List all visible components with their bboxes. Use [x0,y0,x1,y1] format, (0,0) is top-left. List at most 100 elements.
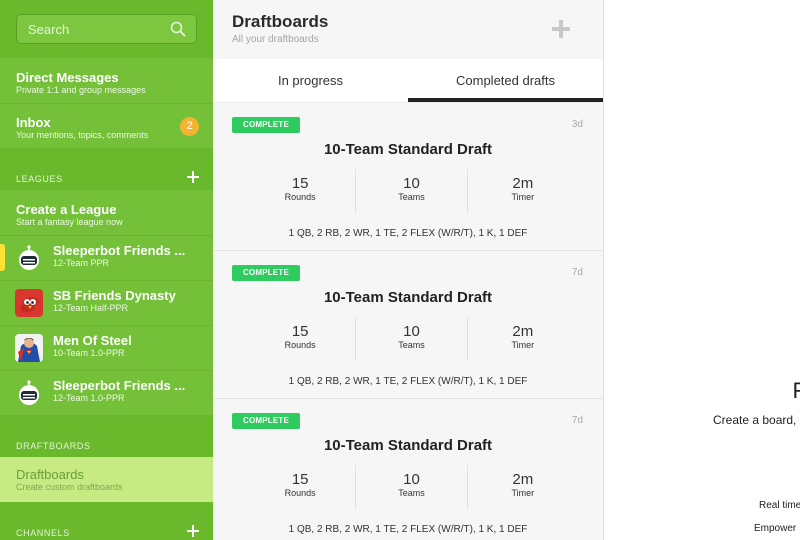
draft-title: 10-Team Standard Draft [323,141,493,158]
stat-timer: 2m Timer [468,317,578,361]
draft-card[interactable]: COMPLETE 7d 10-Team Standard Draft 15 Ro… [213,251,603,399]
leagues-header-label: LEAGUES [16,174,63,184]
sidebar: Direct Messages Private 1:1 and group me… [0,0,213,540]
direct-messages-subtitle: Private 1:1 and group messages [16,85,146,95]
draft-age: 7d [571,415,583,426]
add-channel-plus-icon[interactable] [187,525,199,537]
stat-label: Timer [511,192,535,202]
tab-completed-drafts[interactable]: Completed drafts [408,59,603,102]
sidebar-item-create-league[interactable]: Create a League Start a fantasy league n… [0,190,213,235]
stat-timer: 2m Timer [468,169,578,213]
stat-rounds: 15 Rounds [245,317,357,361]
draft-card[interactable]: COMPLETE 7d 10-Team Standard Draft 15 Ro… [213,399,603,540]
sidebar-item-league-sb-friends-dynasty[interactable]: SB Friends Dynasty 12-Team Half-PPR [0,280,213,325]
search-box[interactable] [16,14,197,44]
create-league-title: Create a League [16,202,117,217]
robot-avatar-icon [15,379,43,407]
stat-label: Teams [398,192,425,202]
channels-section-header: CHANNELS [0,502,213,540]
stat-label: Rounds [284,192,316,202]
stat-value: 10 [403,323,420,340]
channels-header-label: CHANNELS [16,528,70,538]
stat-value: 15 [291,323,309,340]
stat-value: 10 [403,175,420,192]
add-league-plus-icon[interactable] [187,171,199,183]
red-bird-avatar-icon [15,289,43,317]
stat-label: Teams [398,340,425,350]
league-name: Sleeperbot Friends ... [53,378,186,393]
stat-value: 15 [291,471,309,488]
stat-teams: 10 Teams [356,169,468,213]
feature-realtime-text: Real time [759,500,800,511]
roster-settings: 1 QB, 2 RB, 2 WR, 1 TE, 2 FLEX (W/R/T), … [288,228,528,239]
sidebar-item-league-men-of-steel[interactable]: Men Of Steel 10-Team 1.0-PPR [0,325,213,370]
league-name: Sleeperbot Friends ... [53,243,186,258]
draftboards-item-title: Draftboards [16,467,84,482]
tab-in-progress[interactable]: In progress [213,59,408,102]
sidebar-item-inbox[interactable]: Inbox Your mentions, topics, comments 2 [0,103,213,148]
league-subtitle: 12-Team PPR [53,258,110,268]
sidebar-item-league-sleeperbot-friends-2[interactable]: Sleeperbot Friends ... 12-Team 1.0-PPR [0,370,213,415]
stat-rounds: 15 Rounds [245,465,357,509]
add-draftboard-plus-icon[interactable] [552,20,570,38]
draft-age: 7d [571,267,583,278]
stat-value: 2m [512,323,534,340]
empty-state-heading: F [792,378,800,403]
draftboards-header-label: DRAFTBOARDS [16,441,91,451]
stat-label: Rounds [284,340,316,350]
roster-settings: 1 QB, 2 RB, 2 WR, 1 TE, 2 FLEX (W/R/T), … [288,524,528,535]
leagues-section-header: LEAGUES [0,148,213,190]
page-title: Draftboards [232,12,329,31]
stat-label: Timer [511,488,535,498]
stat-teams: 10 Teams [356,465,468,509]
stat-value: 2m [512,175,534,192]
roster-settings: 1 QB, 2 RB, 2 WR, 1 TE, 2 FLEX (W/R/T), … [288,376,528,387]
direct-messages-title: Direct Messages [16,70,119,85]
stat-label: Rounds [284,488,316,498]
draft-card[interactable]: COMPLETE 3d 10-Team Standard Draft 15 Ro… [213,103,603,251]
draftboards-panel: Draftboards All your draftboards In prog… [213,0,604,540]
search-input[interactable] [28,21,168,37]
league-name: SB Friends Dynasty [53,288,176,303]
draft-title: 10-Team Standard Draft [323,437,493,454]
sidebar-item-league-sleeperbot-friends[interactable]: Sleeperbot Friends ... 12-Team PPR [0,235,213,280]
stat-value: 10 [403,471,420,488]
panel-header: Draftboards All your draftboards [213,0,603,59]
robot-avatar-icon [15,244,43,272]
stat-rounds: 15 Rounds [245,169,357,213]
draftboards-item-subtitle: Create custom draftboards [16,482,123,492]
draft-stats: 15 Rounds 10 Teams 2m Timer [245,169,578,213]
sidebar-item-direct-messages[interactable]: Direct Messages Private 1:1 and group me… [0,58,213,103]
draft-title: 10-Team Standard Draft [323,289,493,306]
status-badge: COMPLETE [232,265,301,281]
stat-value: 2m [512,471,534,488]
draft-tabs: In progress Completed drafts [213,59,603,103]
draft-stats: 15 Rounds 10 Teams 2m Timer [245,317,578,361]
league-subtitle: 10-Team 1.0-PPR [53,348,125,358]
league-name: Men Of Steel [53,333,132,348]
inbox-title: Inbox [16,115,51,130]
stat-timer: 2m Timer [468,465,578,509]
stat-value: 15 [291,175,309,192]
league-subtitle: 12-Team 1.0-PPR [53,393,125,403]
page-subtitle: All your draftboards [232,34,319,45]
inbox-count-badge: 2 [180,117,199,136]
status-badge: COMPLETE [232,117,301,133]
stat-label: Timer [511,340,535,350]
create-league-subtitle: Start a fantasy league now [16,217,123,227]
search-icon[interactable] [170,21,186,37]
search-area [0,0,213,58]
app-window: Direct Messages Private 1:1 and group me… [0,0,800,540]
draft-age: 3d [571,119,583,130]
stat-teams: 10 Teams [356,317,468,361]
status-badge: COMPLETE [232,413,301,429]
feature-empower-text: Empower [754,523,797,534]
draft-stats: 15 Rounds 10 Teams 2m Timer [245,465,578,509]
sidebar-item-draftboards[interactable]: Draftboards Create custom draftboards [0,457,213,502]
inbox-subtitle: Your mentions, topics, comments [16,130,149,140]
league-subtitle: 12-Team Half-PPR [53,303,129,313]
stat-label: Teams [398,488,425,498]
empty-state-description: Create a board, [713,413,797,427]
superhero-avatar-icon [15,334,43,362]
draftboards-section-header: DRAFTBOARDS [0,415,213,457]
